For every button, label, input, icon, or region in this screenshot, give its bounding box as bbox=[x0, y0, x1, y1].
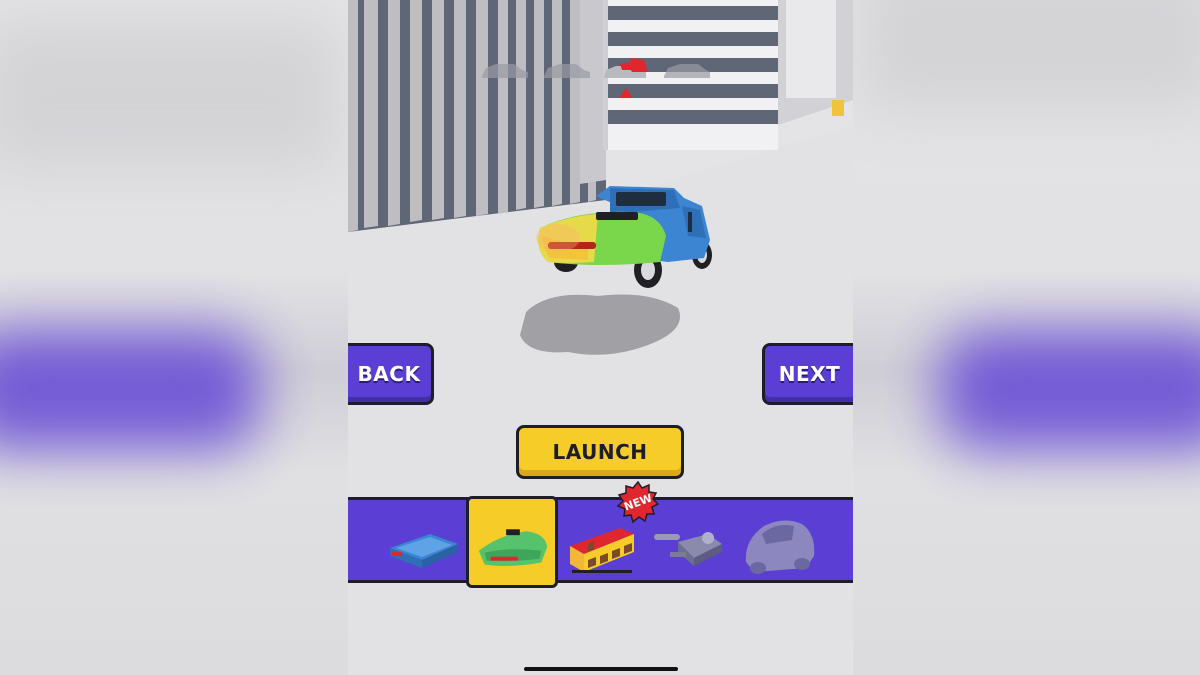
building-left bbox=[348, 0, 606, 232]
truck-bed-part[interactable] bbox=[378, 508, 466, 578]
launch-button[interactable]: LAUNCH bbox=[516, 425, 684, 479]
back-button[interactable]: BACK bbox=[348, 343, 434, 405]
bubble-car-icon bbox=[745, 520, 815, 574]
engine-icon bbox=[654, 532, 722, 566]
truck-bed-icon bbox=[390, 534, 458, 568]
next-button[interactable]: NEXT bbox=[762, 343, 853, 405]
game-viewport[interactable]: BACK NEXT LAUNCH NEW bbox=[348, 0, 853, 675]
blurred-background-left bbox=[0, 0, 348, 675]
new-badge: NEW bbox=[616, 480, 660, 524]
car-rear-icon bbox=[478, 529, 548, 567]
building-right bbox=[778, 0, 853, 125]
engine-part[interactable] bbox=[648, 508, 736, 578]
car-rear-part[interactable] bbox=[466, 496, 558, 588]
bubble-car-part[interactable] bbox=[736, 508, 824, 578]
parts-tray bbox=[348, 496, 853, 588]
blurred-background-right bbox=[852, 0, 1200, 675]
home-indicator[interactable] bbox=[524, 667, 678, 671]
